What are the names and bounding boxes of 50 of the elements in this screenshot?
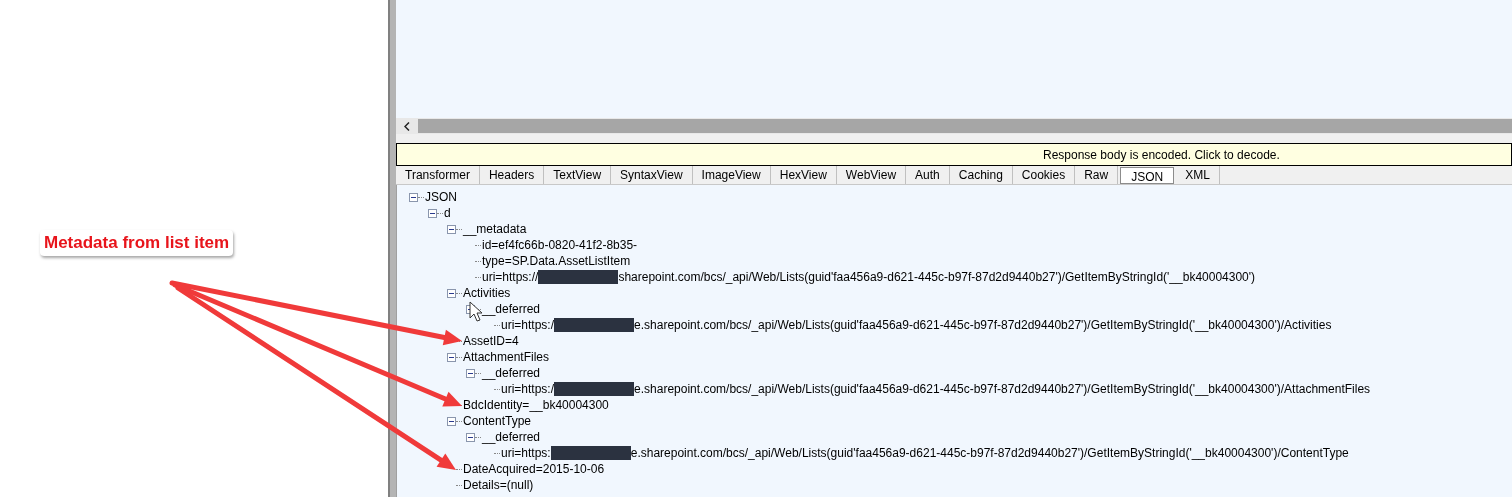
tree-node-label[interactable]: DateAcquired=2015-10-06 <box>463 460 605 478</box>
tree-node-label[interactable]: AttachmentFiles <box>463 348 550 366</box>
horizontal-scrollbar[interactable] <box>396 118 1512 134</box>
tree-node-label[interactable]: e.sharepoint.com/bcs/_api/Web/Lists(guid'faa456a9-d621-445c-b97f-87d2d9440b27')/GetItemByStringId('__bk40004300')/AttachmentFiles <box>634 380 1371 398</box>
tab[interactable]: Headers <box>479 166 545 184</box>
tree-node-label[interactable]: __metadata <box>463 220 527 238</box>
notification-text: Response body is encoded. Click to decode. <box>1043 146 1280 164</box>
chevron-left-icon[interactable] <box>404 121 410 131</box>
tree-node-label[interactable]: sharepoint.com/bcs/_api/Web/Lists(guid'faa456a9-d621-445c-b97f-87d2d9440b27')/GetItemByStringId('__bk40004300') <box>618 268 1256 286</box>
tree-node-label[interactable]: Details=(null) <box>463 476 534 494</box>
collapse-icon[interactable] <box>466 368 475 378</box>
tree-node-label[interactable]: d <box>444 204 451 222</box>
tree-node-label[interactable]: uri=https:// <box>482 268 539 286</box>
tab[interactable]: Cookies <box>1012 166 1076 184</box>
collapse-icon[interactable] <box>409 192 418 202</box>
tab[interactable]: Auth <box>906 166 950 184</box>
tree-node-label[interactable]: type=SP.Data.AssetListItem <box>482 252 631 270</box>
mouse-pointer-icon <box>469 301 483 322</box>
collapse-icon[interactable] <box>447 416 456 426</box>
tab[interactable]: Caching <box>949 166 1013 184</box>
tree-node-label[interactable]: __deferred <box>482 300 541 318</box>
notification-bar[interactable]: Response body is encoded. Click to decode. <box>396 143 1512 166</box>
tree-node-label[interactable]: uri=https: <box>501 444 551 462</box>
collapse-icon[interactable] <box>447 352 456 362</box>
tree-node-label[interactable]: AssetID=4 <box>463 332 519 350</box>
tree-node-label[interactable]: e.sharepoint.com/bcs/_api/Web/Lists(guid'faa456a9-d621-445c-b97f-87d2d9440b27')/GetItemByStringId('__bk40004300')/Activities <box>634 316 1332 334</box>
tree-node-label[interactable]: __deferred <box>482 428 541 446</box>
tree-node-label[interactable]: e.sharepoint.com/bcs/_api/Web/Lists(guid'faa456a9-d621-445c-b97f-87d2d9440b27')/GetItemByStringId('__bk40004300')/ContentType <box>630 444 1349 462</box>
tree-node-label[interactable]: uri=https:/ <box>501 316 555 334</box>
tree-node-label[interactable]: uri=https:/ <box>501 380 555 398</box>
collapse-icon[interactable] <box>447 224 456 234</box>
tab[interactable]: HexView <box>770 166 837 184</box>
tree-node-label[interactable]: ContentType <box>463 412 532 430</box>
tree-node-label[interactable]: Activities <box>463 284 511 302</box>
tab[interactable]: ImageView <box>692 166 771 184</box>
tree-node-label[interactable]: id=ef4fc66b-0820-41f2-8b35- <box>482 236 638 254</box>
tab[interactable]: SyntaxView <box>611 166 693 184</box>
tab[interactable]: Raw <box>1075 166 1119 184</box>
collapse-icon[interactable] <box>428 208 437 218</box>
collapse-icon[interactable] <box>447 288 456 298</box>
collapse-icon[interactable] <box>466 432 475 442</box>
tab[interactable]: Transformer <box>396 166 480 184</box>
tab[interactable]: XML <box>1176 166 1220 184</box>
tab[interactable]: TextView <box>544 166 612 184</box>
tab[interactable]: JSON <box>1120 167 1175 184</box>
tree-node-label[interactable]: JSON <box>425 188 457 206</box>
tree-node-label[interactable]: __deferred <box>482 364 541 382</box>
tree-node-label[interactable]: BdcIdentity=__bk40004300 <box>463 396 609 414</box>
tab[interactable]: WebView <box>836 166 907 184</box>
annotation-label: Metadata from list item <box>40 230 234 256</box>
